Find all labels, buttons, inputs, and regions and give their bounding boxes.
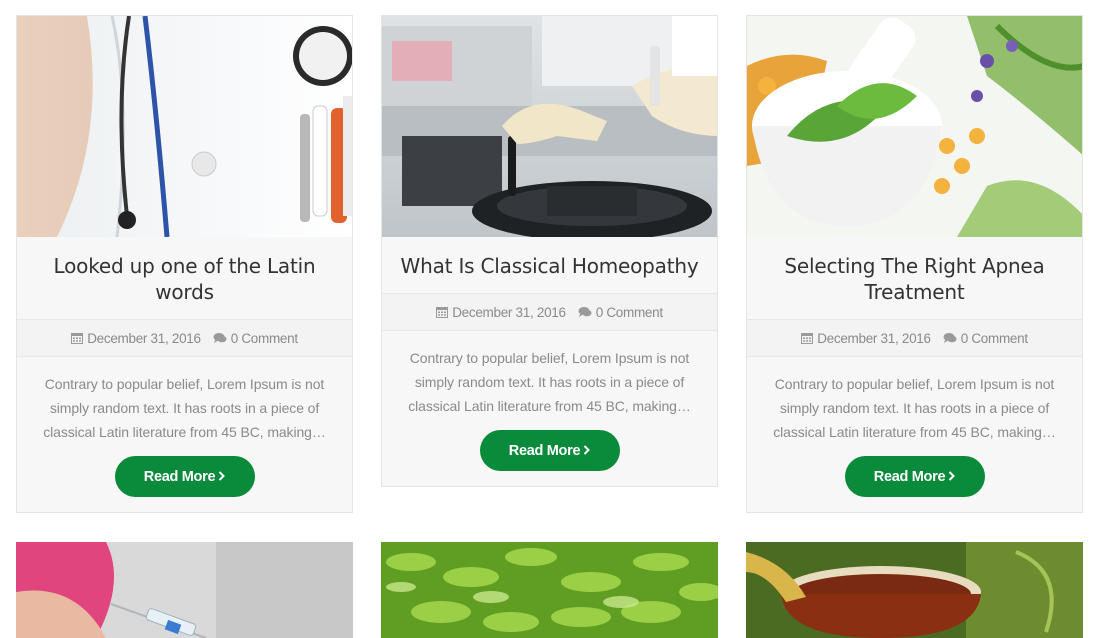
post-date: December 31, 2016 xyxy=(71,330,201,346)
doctor-coat-image[interactable] xyxy=(17,16,352,237)
lab-centrifuge-image[interactable] xyxy=(382,16,717,237)
post-comments-text: 0 Comment xyxy=(230,330,298,346)
post-comments-text: 0 Comment xyxy=(595,304,663,320)
read-more-label: Read More xyxy=(873,468,946,485)
calendar-icon xyxy=(801,332,814,344)
post-date-text: December 31, 2016 xyxy=(817,330,931,346)
comments-icon xyxy=(943,332,957,344)
post-comments-text: 0 Comment xyxy=(960,330,1028,346)
calendar-icon xyxy=(436,306,449,318)
post-card: Selecting The Right Apnea Treatment Dece… xyxy=(746,15,1083,513)
post-comments[interactable]: 0 Comment xyxy=(213,331,298,346)
post-title[interactable]: Looked up one of the Latin words xyxy=(17,237,352,319)
read-more-button[interactable]: Read More xyxy=(844,456,985,497)
injection-image[interactable] xyxy=(16,542,353,638)
comments-icon xyxy=(213,332,227,344)
calendar-icon xyxy=(71,332,84,344)
post-excerpt: Contrary to popular belief, Lorem Ipsum … xyxy=(773,376,1056,440)
read-more-button[interactable]: Read More xyxy=(114,456,255,497)
read-more-button[interactable]: Read More xyxy=(479,430,620,471)
button-wrap: Read More xyxy=(17,444,352,512)
button-wrap: Read More xyxy=(747,444,1082,512)
comments-icon xyxy=(578,306,592,318)
read-more-label: Read More xyxy=(143,468,216,485)
read-more-label: Read More xyxy=(508,442,581,459)
post-date: December 31, 2016 xyxy=(436,304,566,320)
post-card: Looked up one of the Latin words Decembe… xyxy=(16,15,353,513)
post-date-text: December 31, 2016 xyxy=(452,304,566,320)
post-date-text: December 31, 2016 xyxy=(87,330,201,346)
herbal-mortar-image[interactable] xyxy=(747,16,1082,237)
post-excerpt: Contrary to popular belief, Lorem Ipsum … xyxy=(43,376,326,440)
post-excerpt: Contrary to popular belief, Lorem Ipsum … xyxy=(408,350,691,414)
post-comments[interactable]: 0 Comment xyxy=(578,305,663,320)
chevron-right-icon xyxy=(218,469,226,485)
button-wrap: Read More xyxy=(382,418,717,486)
chevron-right-icon xyxy=(948,469,956,485)
post-meta: December 31, 2016 0 Comment xyxy=(382,293,717,331)
post-title[interactable]: What Is Classical Homeopathy xyxy=(382,237,717,293)
tea-cup-image[interactable] xyxy=(746,542,1083,638)
post-meta: December 31, 2016 0 Comment xyxy=(17,319,352,357)
post-comments[interactable]: 0 Comment xyxy=(943,331,1028,346)
chevron-right-icon xyxy=(583,443,591,459)
post-date: December 31, 2016 xyxy=(801,330,931,346)
post-meta: December 31, 2016 0 Comment xyxy=(747,319,1082,357)
post-title[interactable]: Selecting The Right Apnea Treatment xyxy=(747,237,1082,319)
tea-leaves-image[interactable] xyxy=(381,542,718,638)
post-card: What Is Classical Homeopathy December 31… xyxy=(381,15,718,487)
